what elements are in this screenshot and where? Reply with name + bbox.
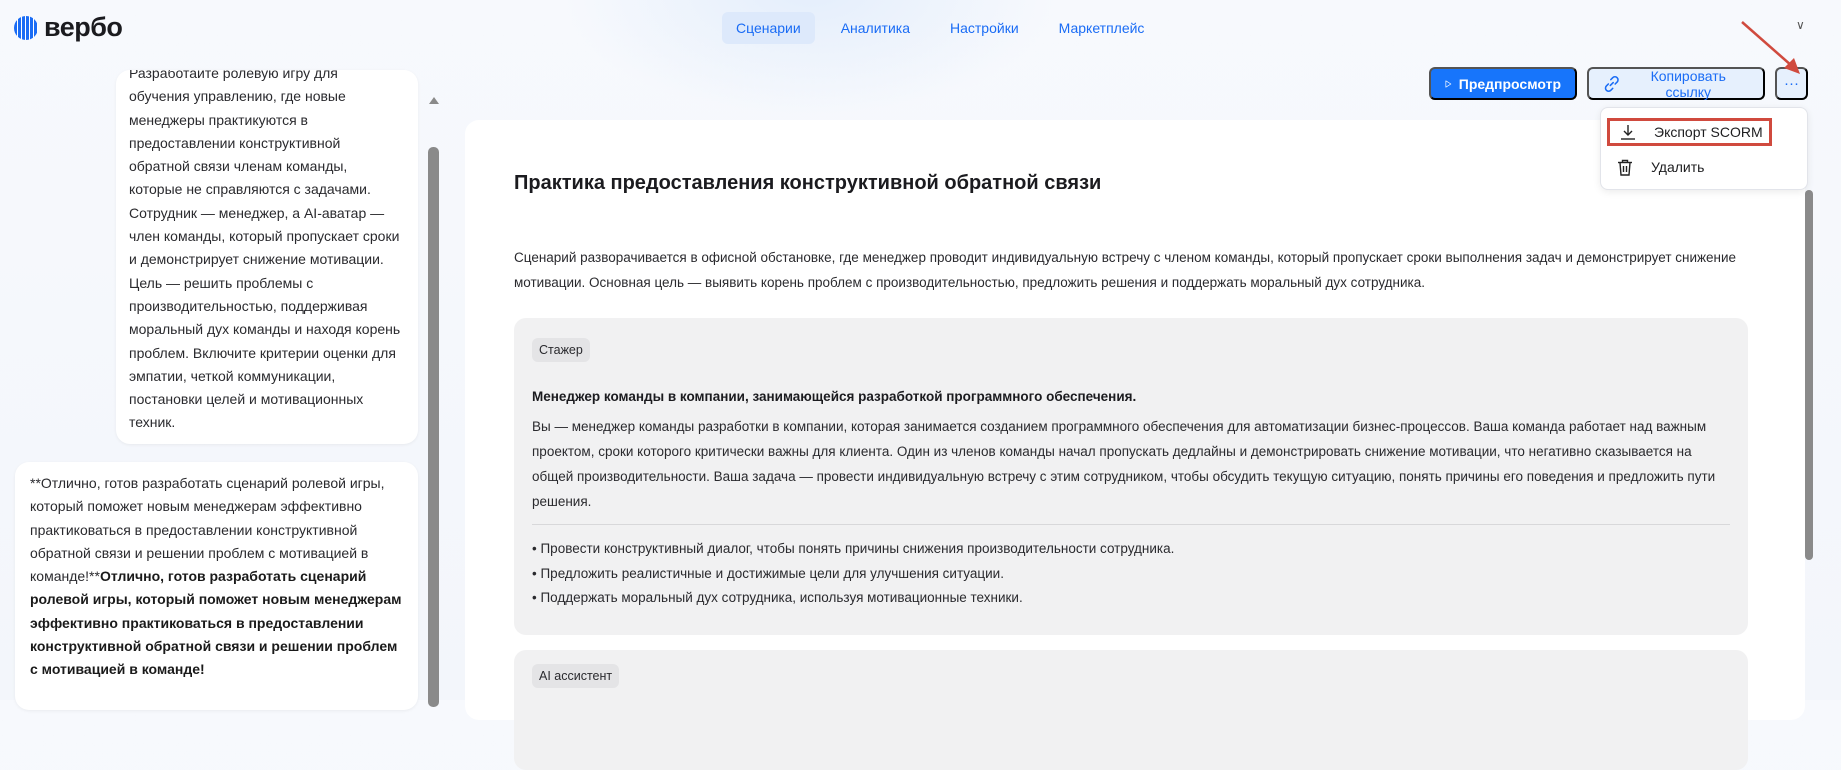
goal-item: • Провести конструктивный диалог, чтобы … bbox=[532, 541, 1175, 556]
assistant-message-bubble: **Отлично, готов разработать сценарий ро… bbox=[15, 462, 418, 710]
divider bbox=[532, 524, 1730, 525]
trainee-tag: Стажер bbox=[532, 338, 590, 362]
scenario-title: Практика предоставления конструктивной о… bbox=[514, 172, 1102, 194]
trainee-role-heading: Менеджер команды в компании, занимающейс… bbox=[532, 389, 1137, 404]
goal-item: • Предложить реалистичные и достижимые ц… bbox=[532, 565, 1004, 581]
preview-button[interactable]: Предпросмотр bbox=[1429, 67, 1577, 100]
user-message-text: Разработайте ролевую игру для обучения у… bbox=[129, 70, 401, 431]
main-scrollbar-thumb[interactable] bbox=[1805, 190, 1813, 560]
top-nav: Сценарии Аналитика Настройки Маркетплейс bbox=[722, 12, 1166, 44]
copy-link-button[interactable]: Копировать ссылку bbox=[1587, 67, 1765, 100]
tab-scenarios[interactable]: Сценарии bbox=[722, 12, 815, 44]
download-icon bbox=[1621, 125, 1635, 140]
export-label: Экспорт SCORM bbox=[1654, 124, 1763, 140]
link-icon bbox=[1604, 75, 1619, 92]
scenario-card: Практика предоставления конструктивной о… bbox=[465, 120, 1805, 770]
tab-marketplace[interactable]: Маркетплейс bbox=[1045, 12, 1159, 44]
chat-scrollbar[interactable] bbox=[427, 95, 441, 707]
assistant-section: AI ассистент bbox=[514, 650, 1748, 770]
scroll-up-arrow-icon[interactable] bbox=[429, 97, 439, 104]
menu-item-delete[interactable]: Удалить bbox=[1607, 153, 1772, 181]
delete-label: Удалить bbox=[1651, 159, 1705, 175]
trainee-context: Вы — менеджер команды разработки в компа… bbox=[532, 419, 1716, 509]
scenario-description: Сценарий разворачивается в офисной обста… bbox=[514, 250, 1737, 290]
tab-analytics[interactable]: Аналитика bbox=[827, 12, 924, 44]
more-options-menu: Экспорт SCORM Удалить bbox=[1600, 107, 1808, 190]
chat-scrollbar-thumb[interactable] bbox=[428, 147, 439, 707]
assistant-message-bold: Отлично, готов разработать сценарий роле… bbox=[30, 568, 402, 678]
preview-label: Предпросмотр bbox=[1458, 75, 1561, 92]
trainee-section: Стажер Менеджер команды в компании, зани… bbox=[514, 318, 1748, 635]
tab-settings[interactable]: Настройки bbox=[936, 12, 1033, 44]
assistant-tag: AI ассистент bbox=[532, 664, 620, 688]
user-message-bubble: Разработайте ролевую игру для обучения у… bbox=[116, 70, 418, 444]
annotation-arrow-icon bbox=[1741, 21, 1800, 74]
brand-name: вербо bbox=[44, 12, 123, 42]
logo-icon bbox=[14, 15, 38, 40]
goal-item: • Поддержать моральный дух сотрудника, и… bbox=[532, 590, 1023, 605]
logo[interactable]: вербо bbox=[14, 12, 123, 43]
menu-item-export-scorm[interactable]: Экспорт SCORM bbox=[1607, 118, 1772, 146]
copy-link-label: Копировать ссылку bbox=[1650, 67, 1726, 100]
play-icon bbox=[1445, 79, 1452, 88]
trash-icon bbox=[1618, 159, 1632, 176]
